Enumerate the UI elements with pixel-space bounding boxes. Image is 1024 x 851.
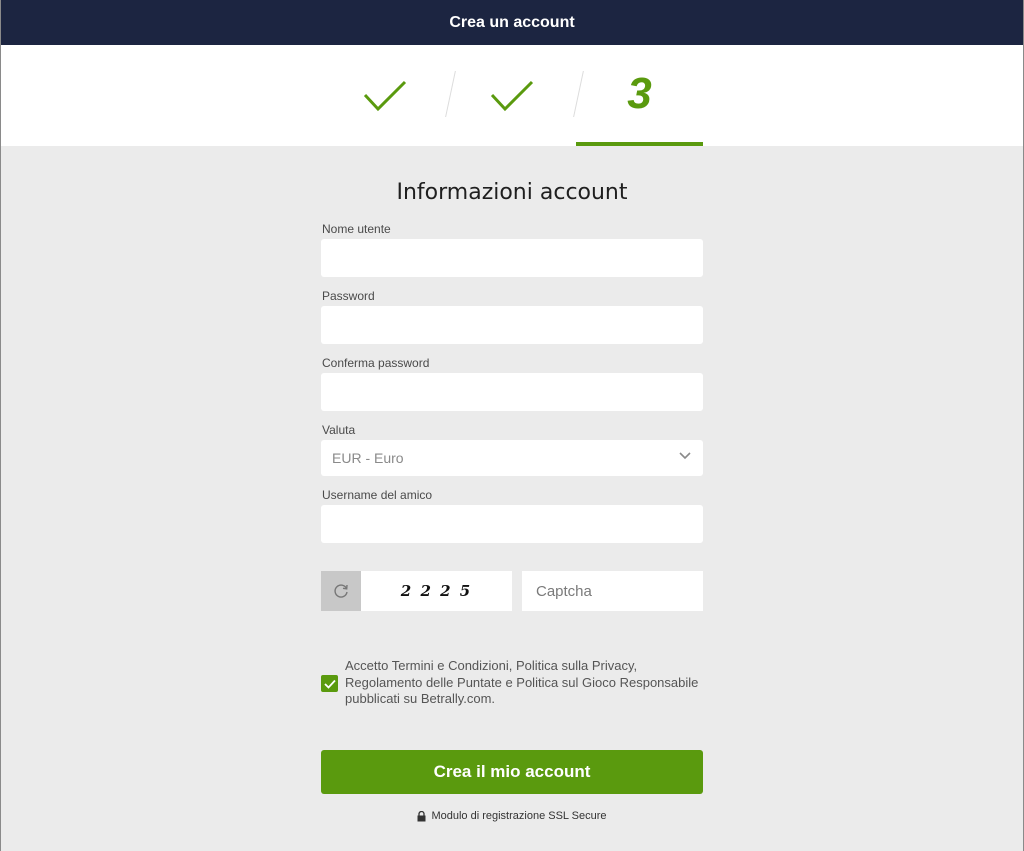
- currency-select[interactable]: EUR - Euro: [321, 440, 703, 476]
- captcha-image: 2 2 2 5: [361, 571, 512, 611]
- checkmark-icon: [363, 80, 406, 111]
- step-3: 3: [573, 45, 703, 146]
- currency-selected-value: EUR - Euro: [332, 450, 404, 466]
- registration-window: Crea un account 3 Informazioni account N…: [0, 0, 1024, 851]
- header-bar: Crea un account: [1, 0, 1023, 45]
- username-input[interactable]: [321, 239, 703, 277]
- captcha-refresh-button[interactable]: [321, 571, 361, 611]
- current-step-number: 3: [627, 68, 652, 118]
- step-2: [445, 45, 575, 146]
- captcha-placeholder: Captcha: [536, 582, 592, 600]
- step-indicator: 3: [1, 45, 1023, 146]
- terms-text: Accetto Termini e Condizioni, Politica s…: [345, 658, 699, 706]
- chevron-down-icon: [679, 452, 691, 460]
- password-label: Password: [322, 289, 375, 303]
- captcha-input[interactable]: Captcha: [522, 571, 703, 611]
- currency-label: Valuta: [322, 423, 356, 437]
- friend-username-label: Username del amico: [322, 488, 433, 502]
- ssl-secure-note: Modulo di registrazione SSL Secure: [321, 810, 703, 822]
- checkmark-icon: [490, 80, 533, 111]
- header-title: Crea un account: [449, 13, 575, 31]
- friend-username-input[interactable]: [321, 505, 703, 543]
- password-input[interactable]: [321, 306, 703, 344]
- checkbox-checked-icon: [323, 679, 336, 689]
- ssl-secure-text: Modulo di registrazione SSL Secure: [431, 810, 607, 822]
- create-account-button[interactable]: Crea il mio account: [321, 750, 703, 794]
- lock-icon: [417, 810, 426, 821]
- confirm-password-label: Conferma password: [322, 356, 430, 370]
- form-title: Informazioni account: [396, 180, 628, 205]
- step-1: [321, 45, 448, 146]
- terms-checkbox[interactable]: [321, 675, 338, 692]
- username-label: Nome utente: [322, 222, 391, 236]
- confirm-password-input[interactable]: [321, 373, 703, 411]
- refresh-icon: [334, 584, 348, 598]
- active-step-underline: [576, 142, 703, 146]
